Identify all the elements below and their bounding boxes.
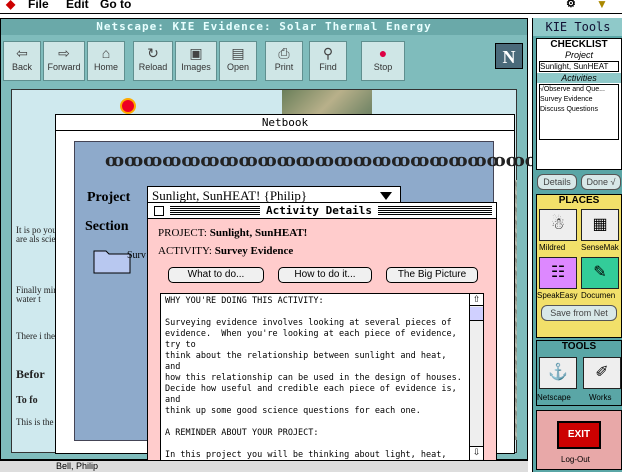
section-label: Section <box>85 219 129 234</box>
documents-label: Documen <box>581 291 616 300</box>
home-button[interactable]: ⌂ Home <box>87 41 125 81</box>
exit-button[interactable]: EXIT <box>557 421 601 449</box>
sensemaker-icon[interactable]: ▦ <box>581 209 619 241</box>
sun-icon <box>120 98 136 114</box>
tools-panel: TOOLS ⚓ ✐ Netscape Works <box>536 340 622 406</box>
find-icon: ⚲ <box>322 45 334 61</box>
speakeasy-label: SpeakEasy <box>537 291 578 300</box>
section-folder-label[interactable]: Surv <box>127 250 146 261</box>
logout-panel: EXIT Log-Out <box>536 410 622 470</box>
big-picture-button[interactable]: The Big Picture <box>386 267 478 283</box>
save-from-net-button[interactable]: Save from Net <box>541 305 617 321</box>
activity-item[interactable]: Survey Evidence <box>540 95 618 105</box>
checklist-heading: CHECKLIST <box>550 39 608 50</box>
activity-text: WHY YOU'RE DOING THIS ACTIVITY: Surveyin… <box>165 296 462 460</box>
close-box-icon[interactable] <box>154 206 164 216</box>
vertical-scrollbar[interactable]: ⇧ ⇩ <box>469 294 483 460</box>
find-button[interactable]: ⚲ Find <box>309 41 347 81</box>
works-tool-icon[interactable]: ✐ <box>583 357 621 389</box>
checklist-panel: CHECKLIST Project Sunlight, SunHEAT Acti… <box>536 38 622 170</box>
reload-button[interactable]: ↻ Reload <box>133 41 173 81</box>
scroll-thumb[interactable] <box>470 307 483 321</box>
open-button[interactable]: ▤ Open <box>219 41 257 81</box>
spiral-binding: ꝏꝏꝏꝏꝏꝏꝏꝏꝏꝏꝏꝏꝏꝏꝏꝏꝏꝏꝏꝏꝏꝏꝏ <box>105 150 544 171</box>
scroll-up-icon[interactable]: ⇧ <box>470 294 483 306</box>
kie-tools-panel: KIE Tools CHECKLIST Project Sunlight, Su… <box>532 18 622 472</box>
scroll-down-icon[interactable]: ⇩ <box>470 446 483 459</box>
places-panel: PLACES ☃ ▦ Mildred SenseMak ☷ ✎ SpeakEas… <box>536 194 622 338</box>
documents-icon[interactable]: ✎ <box>581 257 619 289</box>
details-button[interactable]: Details <box>537 174 577 190</box>
speakeasy-icon[interactable]: ☷ <box>539 257 577 289</box>
logout-label: Log-Out <box>561 455 590 464</box>
reload-icon: ↻ <box>147 45 159 61</box>
activity-project-line: PROJECT: Sunlight, SunHEAT! <box>158 227 308 239</box>
activity-item[interactable]: √Observe and Que... <box>540 85 618 95</box>
apple-menu-icon[interactable]: ◆ <box>6 0 15 11</box>
how-to-do-it-button[interactable]: How to do it... <box>278 267 372 283</box>
places-heading: PLACES <box>558 195 600 206</box>
print-icon: ⎙ <box>278 45 290 61</box>
activity-details-title-bar[interactable]: Activity Details <box>148 203 496 219</box>
netbook-status-bar: Bell, Philip <box>0 460 528 472</box>
folder-icon[interactable] <box>93 246 131 274</box>
activity-text-area[interactable]: WHY YOU'RE DOING THIS ACTIVITY: Surveyin… <box>160 293 484 461</box>
activity-name-line: ACTIVITY: Survey Evidence <box>158 245 294 257</box>
sensemaker-label: SenseMak <box>581 243 619 252</box>
back-icon: ⇦ <box>16 45 28 61</box>
home-icon: ⌂ <box>101 45 111 61</box>
menu-bar: ◆ File Edit Go to ⚙ ▼ <box>0 0 622 14</box>
images-button[interactable]: ▣ Images <box>175 41 217 81</box>
mildred-label: Mildred <box>539 243 566 252</box>
open-icon: ▤ <box>231 45 245 61</box>
images-icon: ▣ <box>189 45 203 61</box>
forward-button[interactable]: ⇨ Forward <box>43 41 85 81</box>
project-heading: Project <box>564 50 593 60</box>
user-name: Bell, Philip <box>56 461 99 471</box>
works-tool-label: Works <box>589 393 612 402</box>
netbook-title-bar[interactable]: Netbook <box>56 115 514 131</box>
forward-icon: ⇨ <box>58 45 70 61</box>
activities-heading: Activities <box>537 73 621 83</box>
netscape-toolbar: ⇦ Back ⇨ Forward ⌂ Home ↻ Reload ▣ Images ▤ Op… <box>3 41 525 83</box>
kie-menu-icon[interactable]: ▼ <box>596 0 608 11</box>
menu-edit[interactable]: Edit <box>66 0 89 11</box>
app-menu-icon[interactable]: ⚙ <box>566 0 576 10</box>
dropdown-arrow-icon <box>380 192 392 200</box>
kie-title[interactable]: KIE Tools <box>533 18 622 36</box>
tools-heading: TOOLS <box>561 341 597 352</box>
netscape-title-bar[interactable]: Netscape: KIE Evidence: Solar Thermal En… <box>1 19 527 35</box>
menu-file[interactable]: File <box>28 0 49 11</box>
stop-button[interactable]: ● Stop <box>361 41 405 81</box>
what-to-do-button[interactable]: What to do... <box>168 267 264 283</box>
activity-details-window: Activity Details PROJECT: Sunlight, SunH… <box>147 202 497 464</box>
mildred-icon[interactable]: ☃ <box>539 209 577 241</box>
stop-icon: ● <box>378 45 388 61</box>
back-button[interactable]: ⇦ Back <box>3 41 41 81</box>
activity-item[interactable]: Discuss Questions <box>540 105 618 115</box>
checklist-project-field[interactable]: Sunlight, SunHEAT <box>539 61 619 72</box>
project-label: Project <box>87 190 131 205</box>
print-button[interactable]: ⎙ Print <box>265 41 303 81</box>
done-button[interactable]: Done √ <box>581 174 621 190</box>
activities-list[interactable]: √Observe and Que... Survey Evidence Disc… <box>539 84 619 140</box>
netscape-logo: N <box>495 43 523 69</box>
netscape-tool-icon[interactable]: ⚓ <box>539 357 577 389</box>
netscape-tool-label: Netscape <box>537 393 571 402</box>
menu-goto[interactable]: Go to <box>100 0 131 11</box>
